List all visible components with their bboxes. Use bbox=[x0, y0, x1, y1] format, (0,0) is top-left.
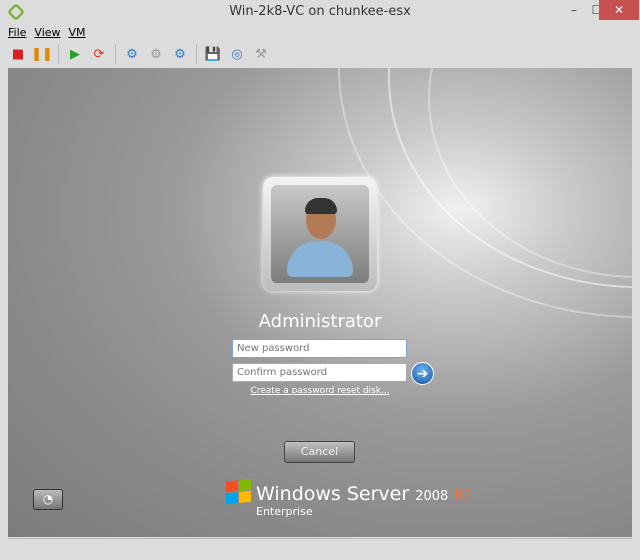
snapshot-button[interactable]: ⚙ bbox=[122, 44, 142, 64]
cd-dvd-button[interactable]: ◎ bbox=[227, 44, 247, 64]
usb-button[interactable]: ⚒ bbox=[251, 44, 271, 64]
password-reset-link[interactable]: Create a password reset disk... bbox=[8, 386, 632, 396]
suspend-button[interactable]: ❚❚ bbox=[32, 44, 52, 64]
user-avatar bbox=[263, 177, 377, 291]
window-title: Win-2k8-VC on chunkee-esx bbox=[0, 4, 640, 19]
cancel-button[interactable]: Cancel bbox=[284, 441, 355, 463]
windows-flag-icon bbox=[226, 479, 252, 506]
floppy-button[interactable]: 💾 bbox=[203, 44, 223, 64]
menu-file[interactable]: File bbox=[8, 26, 26, 39]
floppy-icon: 💾 bbox=[205, 47, 221, 62]
snapshot-icon: ⚙ bbox=[126, 47, 138, 62]
username: Administrator bbox=[8, 311, 632, 332]
toolbar-separator bbox=[58, 44, 59, 64]
revert-snapshot-button[interactable]: ⚙ bbox=[146, 44, 166, 64]
menu-bar: File View VM bbox=[8, 26, 86, 39]
submit-arrow-button[interactable]: ➔ bbox=[411, 362, 434, 385]
toolbar-separator bbox=[115, 44, 116, 64]
windows-server-logo: Windows Server 2008 R2 bbox=[256, 483, 472, 505]
power-off-button[interactable]: ■ bbox=[8, 44, 28, 64]
power-on-button[interactable]: ▶ bbox=[65, 44, 85, 64]
snapshot-manager-icon: ⚙ bbox=[174, 47, 186, 62]
usb-icon: ⚒ bbox=[255, 47, 267, 62]
power-off-icon: ■ bbox=[12, 47, 24, 62]
revert-snapshot-icon: ⚙ bbox=[150, 47, 162, 62]
edition-label: Enterprise bbox=[256, 505, 313, 518]
title-bar: Win-2k8-VC on chunkee-esx – ☐ ✕ bbox=[0, 0, 640, 24]
confirm-password-input[interactable] bbox=[232, 363, 407, 382]
toolbar-separator bbox=[196, 44, 197, 64]
new-password-input[interactable] bbox=[232, 339, 407, 358]
cd-dvd-icon: ◎ bbox=[231, 47, 242, 62]
reset-button[interactable]: ⟳ bbox=[89, 44, 109, 64]
status-bar bbox=[8, 538, 632, 552]
toolbar: ■ ❚❚ ▶ ⟳ ⚙ ⚙ ⚙ 💾 ◎ ⚒ bbox=[8, 42, 271, 66]
close-button[interactable]: ✕ bbox=[599, 0, 639, 20]
snapshot-manager-button[interactable]: ⚙ bbox=[170, 44, 190, 64]
menu-vm[interactable]: VM bbox=[69, 26, 86, 39]
menu-view[interactable]: View bbox=[34, 26, 60, 39]
vm-console[interactable]: Administrator ➔ Create a password reset … bbox=[8, 68, 632, 537]
reset-icon: ⟳ bbox=[94, 47, 105, 62]
suspend-icon: ❚❚ bbox=[31, 47, 53, 62]
ease-of-access-button[interactable]: ◔ bbox=[33, 489, 63, 510]
power-on-icon: ▶ bbox=[70, 47, 80, 62]
